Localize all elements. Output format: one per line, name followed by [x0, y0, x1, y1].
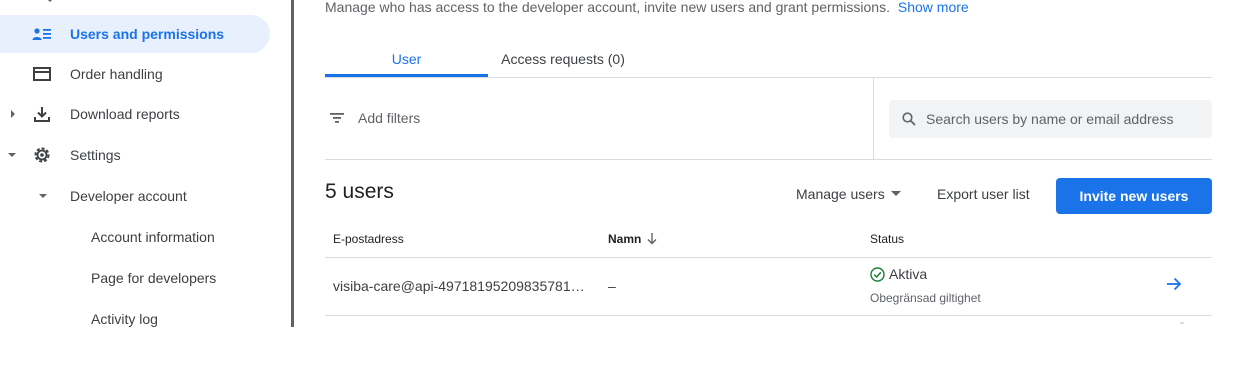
sidebar-item-label: Settings	[70, 147, 121, 163]
gear-icon	[32, 145, 52, 165]
sidebar: Users and permissions Order handling Dow…	[0, 0, 290, 373]
tab-label: Access requests (0)	[501, 51, 625, 67]
sidebar-item-label: Order handling	[70, 66, 163, 82]
search-icon	[902, 112, 916, 126]
active-tab-indicator	[325, 74, 488, 77]
sidebar-item-label: Activity log	[91, 311, 158, 327]
sidebar-item-download-reports[interactable]: Download reports	[0, 95, 270, 133]
expand-caret-icon[interactable]	[7, 108, 19, 120]
cell-name: –	[608, 278, 616, 294]
status-detail: Obegränsad giltighet	[870, 291, 981, 305]
export-user-list-button[interactable]: Export user list	[937, 186, 1030, 202]
chevron-down-icon	[890, 191, 901, 197]
sidebar-item-users-and-permissions[interactable]: Users and permissions	[0, 15, 270, 53]
next-row-fragment	[1180, 322, 1184, 324]
description-text: Manage who has access to the developer a…	[325, 0, 890, 15]
column-header-name[interactable]: Namn	[608, 232, 657, 246]
manage-users-label: Manage users	[796, 186, 885, 202]
filter-bar: Add filters	[325, 78, 1212, 160]
table-row[interactable]: visiba-care@api-49718195209835781… – Akt…	[325, 258, 1212, 316]
collapse-caret-icon[interactable]	[37, 190, 49, 202]
tab-label: User	[391, 51, 422, 67]
sidebar-item-label: Users and permissions	[70, 26, 225, 42]
collapse-caret-icon[interactable]	[6, 149, 18, 161]
search-box[interactable]	[889, 100, 1212, 138]
manage-users-dropdown[interactable]: Manage users	[796, 186, 901, 202]
cell-email: visiba-care@api-49718195209835781…	[333, 278, 585, 294]
filter-separator	[873, 78, 874, 160]
sidebar-item-order-handling[interactable]: Order handling	[0, 55, 270, 93]
page-description: Manage who has access to the developer a…	[325, 0, 969, 15]
show-more-link[interactable]: Show more	[898, 0, 969, 15]
sidebar-item-page-for-developers[interactable]: Page for developers	[0, 259, 270, 297]
invite-new-users-button[interactable]: Invite new users	[1056, 178, 1212, 214]
sort-arrow-down-icon	[647, 233, 657, 245]
sidebar-item-account-information[interactable]: Account information	[0, 218, 270, 256]
filter-icon[interactable]	[330, 111, 344, 127]
tab-access-requests[interactable]: Access requests (0)	[488, 42, 638, 76]
search-input[interactable]	[926, 111, 1196, 127]
download-icon	[32, 104, 52, 124]
users-permissions-icon	[32, 24, 52, 44]
user-count-heading: 5 users	[325, 180, 394, 203]
sidebar-item-settings[interactable]: Settings	[0, 136, 270, 174]
main-content: Manage who has access to the developer a…	[294, 0, 1243, 373]
column-header-name-label: Namn	[608, 232, 642, 246]
arrow-right-icon[interactable]	[1166, 277, 1182, 291]
tab-user[interactable]: User	[325, 42, 488, 76]
status-active: Aktiva	[870, 266, 927, 282]
credit-card-icon	[32, 64, 52, 84]
check-circle-icon	[870, 266, 885, 282]
status-label: Aktiva	[889, 266, 928, 282]
sidebar-item-label: Download reports	[70, 106, 180, 122]
collapse-caret-icon[interactable]	[44, 0, 56, 6]
sidebar-item-label: Page for developers	[91, 270, 217, 286]
sidebar-item-activity-log[interactable]: Activity log	[0, 300, 270, 338]
sidebar-item-label: Developer account	[70, 188, 187, 204]
column-header-status[interactable]: Status	[870, 232, 904, 246]
sidebar-item-developer-account[interactable]: Developer account	[0, 177, 270, 215]
add-filters-button[interactable]: Add filters	[358, 110, 420, 126]
sidebar-item-label: Account information	[91, 229, 215, 245]
column-header-email[interactable]: E-postadress	[333, 232, 404, 246]
